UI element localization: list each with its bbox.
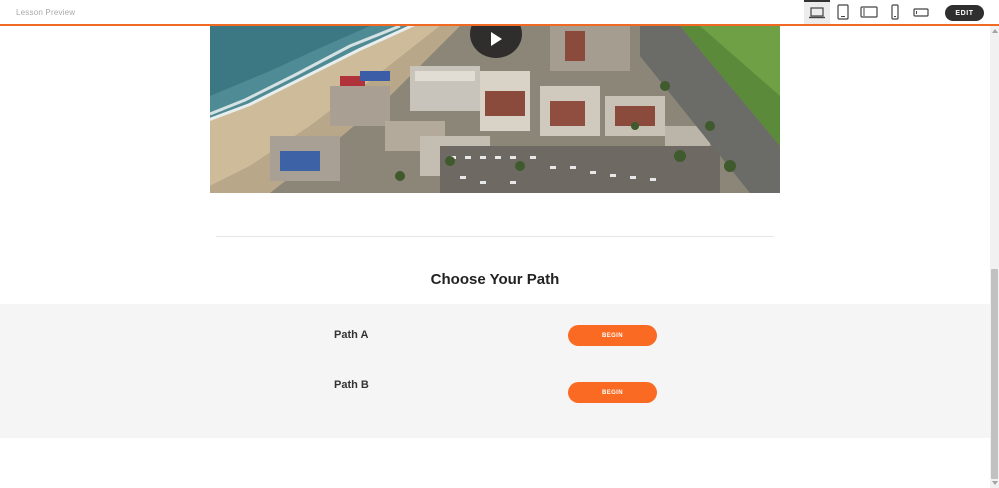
tablet-portrait-view-button[interactable] [830,0,856,24]
scrollbar-thumb[interactable] [991,269,998,479]
laptop-icon [809,7,825,19]
tablet-landscape-icon [860,6,878,18]
tablet-landscape-view-button[interactable] [856,0,882,24]
phone-landscape-icon [913,8,929,17]
tablet-portrait-icon [837,4,849,20]
section-heading: Choose Your Path [430,271,560,288]
preview-toolbar: Lesson Preview EDIT [0,0,999,26]
device-switcher [804,0,934,24]
scroll-up-arrow-icon[interactable] [992,29,998,33]
phone-landscape-view-button[interactable] [908,0,934,24]
video-player[interactable] [210,26,780,193]
section-divider [216,236,774,237]
path-b-begin-button[interactable]: BEGIN [568,382,657,403]
toolbar-title: Lesson Preview [16,8,76,17]
phone-portrait-icon [891,4,899,20]
path-options-panel: Path A BEGIN Path B BEGIN [0,304,990,438]
edit-button[interactable]: EDIT [945,5,984,21]
laptop-view-button[interactable] [804,0,830,24]
path-a-begin-button[interactable]: BEGIN [568,325,657,346]
vertical-scrollbar[interactable] [990,26,999,488]
play-icon [491,32,502,46]
path-a-label: Path A [334,329,369,341]
phone-portrait-view-button[interactable] [882,0,908,24]
path-b-label: Path B [334,379,369,391]
scroll-down-arrow-icon[interactable] [992,481,998,485]
